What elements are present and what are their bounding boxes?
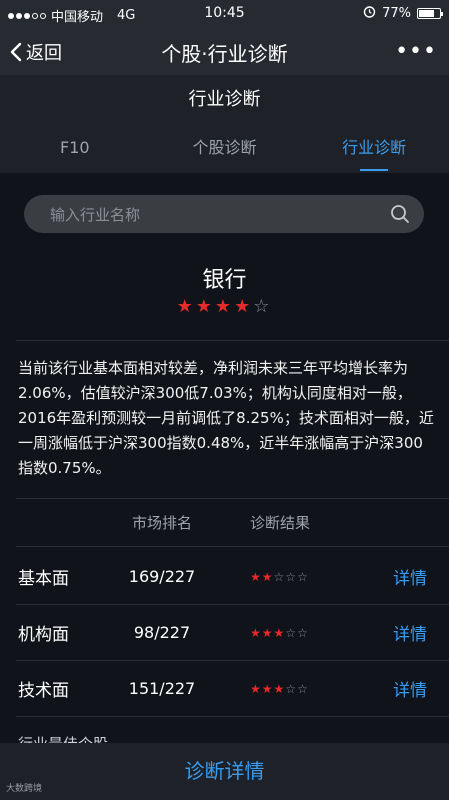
more-options-icon[interactable]: ••• [395,39,437,64]
battery-percent: 77% [382,6,411,21]
star-empty-icon: ☆ [273,570,286,584]
row-label: 技术面 [18,681,69,701]
star-filled-icon: ★ [273,626,286,640]
back-button[interactable]: 返回 [10,39,62,65]
star-filled-icon: ★ [195,296,215,317]
industry-name: 银行 [202,268,247,293]
star-empty-icon: ☆ [297,682,309,696]
tab-f10[interactable]: F10 [0,125,150,173]
divider [16,604,449,605]
star-filled-icon: ★ [261,682,274,696]
row-rank: 98/227 [133,623,191,642]
star-empty-icon: ☆ [285,682,298,696]
nav-bar: 返回 个股·行业诊断 ••• [0,27,449,75]
chevron-left-icon [10,42,22,62]
row-label: 机构面 [18,625,69,645]
detail-link[interactable]: 详情 [393,564,427,589]
star-empty-icon: ☆ [297,626,309,640]
row-label: 基本面 [18,569,69,589]
alarm-icon [363,5,376,22]
industry-search-input[interactable] [48,195,392,235]
search-box [24,195,424,235]
page-title: 个股·行业诊断 [161,42,288,66]
back-label: 返回 [26,43,62,64]
detail-link[interactable]: 详情 [393,620,427,645]
divider [16,546,449,547]
row-rank: 169/227 [128,567,196,586]
row-rank: 151/227 [128,679,196,698]
star-filled-icon: ★ [214,296,235,317]
star-empty-icon: ☆ [285,626,298,640]
row-rating: ★★★☆☆ [250,626,309,640]
star-empty-icon: ☆ [253,296,273,317]
tab-bar: F10 个股诊断 行业诊断 [0,125,449,173]
status-bar: 中国移动 4G 10:45 77% [0,0,449,27]
divider [16,340,449,341]
star-empty-icon: ☆ [297,570,309,584]
section-title: 行业诊断 [0,75,449,125]
battery-icon [417,8,443,19]
column-header-rank: 市场排名 [131,514,192,532]
star-empty-icon: ☆ [285,570,298,584]
star-filled-icon: ★ [176,296,196,317]
star-filled-icon: ★ [250,682,262,696]
divider [16,716,449,717]
star-filled-icon: ★ [250,570,262,584]
watermark: 大数跨境 [6,784,43,794]
star-filled-icon: ★ [261,626,274,640]
diagnosis-summary: 当前该行业基本面相对较差，净利润未来三年平均增长率为2.06%，估值较沪深300… [18,359,434,477]
column-header-result: 诊断结果 [250,514,311,532]
star-filled-icon: ★ [273,682,286,696]
divider [16,660,449,661]
industry-rating: ★★★★☆ [0,296,449,317]
row-rating: ★★☆☆☆ [250,570,309,584]
star-filled-icon: ★ [250,626,262,640]
tab-stock-diagnosis[interactable]: 个股诊断 [150,125,300,173]
detail-link[interactable]: 详情 [393,676,427,701]
tab-industry-diagnosis[interactable]: 行业诊断 [299,125,449,173]
diagnosis-detail-button[interactable]: 诊断详情 [0,743,449,800]
star-filled-icon: ★ [234,296,254,317]
row-rating: ★★★☆☆ [250,682,309,696]
divider [16,498,449,499]
search-icon[interactable] [390,204,410,228]
status-right: 77% [363,5,443,22]
star-filled-icon: ★ [261,570,274,584]
